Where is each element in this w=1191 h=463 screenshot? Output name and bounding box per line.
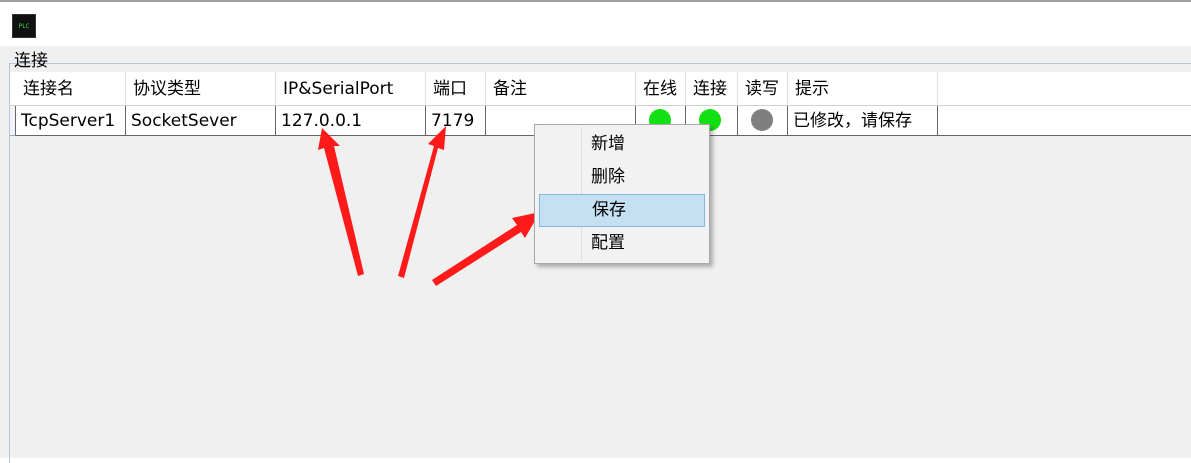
menu-item-config[interactable]: 配置 — [539, 227, 705, 260]
menu-item-save[interactable]: 保存 — [539, 194, 705, 227]
arrow-to-port — [398, 126, 446, 278]
context-menu: 新增 删除 保存 配置 — [534, 124, 710, 264]
arrow-to-save — [432, 212, 540, 286]
menu-item-add[interactable]: 新增 — [539, 128, 705, 161]
arrow-to-address — [318, 128, 364, 276]
menu-item-delete[interactable]: 删除 — [539, 161, 705, 194]
